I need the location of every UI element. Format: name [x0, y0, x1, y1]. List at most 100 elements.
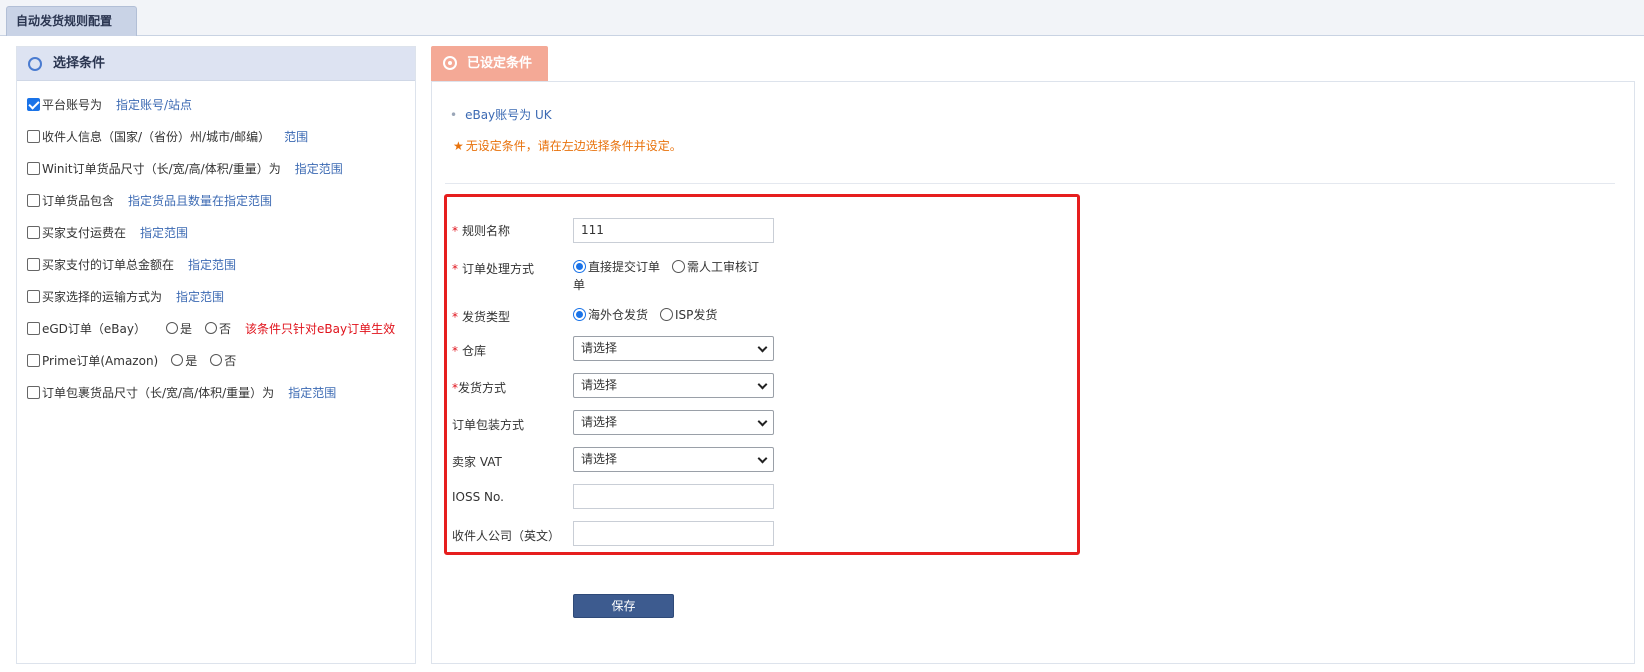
ship-method-select[interactable]: 请选择 — [573, 373, 774, 398]
yes-label: 是 — [180, 321, 193, 336]
package-method-select-value: 请选择 — [581, 415, 618, 429]
set-condition-text: eBay账号为 UK — [465, 108, 552, 122]
yes-radio[interactable] — [166, 322, 178, 334]
condition-label: 订单包裹货品尺寸（长/宽/高/体积/重量）为 — [42, 385, 275, 400]
yes-label: 是 — [185, 353, 198, 368]
order-process-radios: 直接提交订单 需人工审核订 — [573, 258, 759, 275]
recipient-company-input[interactable] — [573, 521, 774, 546]
ship-method-select-value: 请选择 — [581, 378, 618, 392]
required-mark: * — [452, 224, 458, 238]
required-mark: * — [452, 310, 458, 324]
required-mark: * — [452, 344, 458, 358]
condition-list: 平台账号为 指定账号/站点 收件人信息（国家/（省份）州/城市/邮编） 范围 W… — [27, 88, 413, 408]
set-conditions-tab[interactable]: 已设定条件 — [431, 46, 548, 81]
circle-icon — [28, 57, 42, 71]
page-tab[interactable]: 自动发货规则配置 — [6, 6, 137, 36]
radio-direct-submit-label: 直接提交订单 — [588, 260, 661, 274]
rule-name-label: * 规则名称 — [452, 222, 510, 239]
warehouse-label-text: 仓库 — [462, 344, 487, 358]
condition-item-order-total: 买家支付的订单总金额在 指定范围 — [27, 248, 413, 280]
condition-checkbox[interactable] — [27, 289, 40, 303]
no-label: 否 — [219, 321, 232, 336]
order-process-label: * 订单处理方式 — [452, 260, 534, 277]
divider — [445, 183, 1615, 184]
condition-checkbox[interactable] — [27, 129, 40, 143]
no-radio[interactable] — [210, 354, 223, 366]
condition-label: 买家选择的运输方式为 — [42, 289, 163, 304]
condition-link[interactable]: 指定货品且数量在指定范围 — [128, 192, 272, 209]
condition-link[interactable]: 范围 — [284, 128, 308, 145]
package-method-label: 订单包装方式 — [452, 418, 525, 432]
ship-type-label: * 发货类型 — [452, 308, 510, 325]
condition-panel-header: 选择条件 — [17, 47, 415, 81]
condition-label: Prime订单(Amazon) — [42, 353, 159, 368]
condition-link[interactable]: 指定范围 — [295, 160, 343, 177]
condition-item-ship-method: 买家选择的运输方式为 指定范围 — [27, 280, 413, 312]
egd-warning: 该条件只针对eBay订单生效 — [245, 321, 396, 336]
condition-checkbox[interactable] — [27, 321, 40, 335]
condition-checkbox[interactable] — [27, 385, 40, 399]
bullet-icon: • — [450, 108, 458, 122]
yes-radio[interactable] — [171, 354, 184, 366]
seller-vat-select-value: 请选择 — [581, 452, 618, 466]
star-icon: ★ — [453, 139, 464, 153]
condition-item-package-size: 订单包裹货品尺寸（长/宽/高/体积/重量）为 指定范围 — [27, 376, 413, 408]
warehouse-select[interactable]: 请选择 — [573, 336, 774, 361]
radio-manual-review-label: 需人工审核订 — [687, 260, 760, 274]
package-method-select[interactable]: 请选择 — [573, 410, 774, 435]
condition-checkbox[interactable] — [27, 193, 40, 207]
condition-link[interactable]: 指定范围 — [140, 224, 188, 241]
ioss-input[interactable] — [573, 484, 774, 509]
condition-item-prime: Prime订单(Amazon) 是 否 — [27, 344, 413, 376]
condition-label: eGD订单（eBay） — [42, 321, 146, 336]
condition-link[interactable]: 指定范围 — [176, 288, 224, 305]
condition-item-egd: eGD订单（eBay） 是 否 该条件只针对eBay订单生效 — [27, 312, 413, 344]
condition-label: 平台账号为 — [42, 97, 103, 112]
seller-vat-label: 卖家 VAT — [452, 455, 502, 469]
order-process-label-text: 订单处理方式 — [462, 262, 535, 276]
chevron-down-icon — [757, 453, 768, 464]
condition-panel-title: 选择条件 — [53, 56, 106, 71]
ship-method-label: *发货方式 — [452, 379, 506, 396]
seller-vat-select[interactable]: 请选择 — [573, 447, 774, 472]
top-tab-bar: 自动发货规则配置 — [0, 0, 1644, 36]
no-radio[interactable] — [205, 322, 218, 334]
target-icon — [443, 56, 457, 70]
chevron-down-icon — [757, 379, 768, 390]
condition-label: 订单货品包含 — [42, 193, 115, 208]
radio-isp[interactable] — [660, 308, 674, 321]
condition-checkbox[interactable] — [27, 353, 40, 367]
condition-item-winit-size: Winit订单货品尺寸（长/宽/高/体积/重量）为 指定范围 — [27, 152, 413, 184]
radio-manual-review-label-wrap: 单 — [573, 278, 586, 292]
chevron-down-icon — [757, 342, 768, 353]
notice-message: ★ 无设定条件，请在左边选择条件并设定。 — [453, 137, 682, 154]
radio-manual-review[interactable] — [672, 260, 686, 273]
chevron-down-icon — [757, 416, 768, 427]
warehouse-select-value: 请选择 — [581, 341, 618, 355]
condition-link[interactable]: 指定范围 — [288, 384, 336, 401]
condition-link[interactable]: 指定账号/站点 — [116, 96, 192, 113]
rule-name-input[interactable]: 111 — [573, 218, 774, 243]
condition-item-recipient: 收件人信息（国家/（省份）州/城市/邮编） 范围 — [27, 120, 413, 152]
set-condition-item: • eBay账号为 UK — [450, 106, 552, 123]
ioss-label: IOSS No. — [452, 490, 504, 504]
condition-checkbox[interactable] — [27, 161, 40, 175]
save-button[interactable]: 保存 — [573, 594, 674, 618]
condition-link[interactable]: 指定范围 — [188, 256, 236, 273]
ship-type-radios: 海外仓发货 ISP发货 — [573, 306, 717, 323]
condition-checkbox[interactable] — [27, 225, 40, 239]
condition-label: 买家支付的订单总金额在 — [42, 257, 175, 272]
radio-direct-submit[interactable] — [573, 260, 586, 273]
ship-type-label-text: 发货类型 — [462, 310, 511, 324]
rule-name-label-text: 规则名称 — [462, 224, 511, 238]
page: 自动发货规则配置 选择条件 平台账号为 指定账号/站点 收件人信息（国家/（省份… — [0, 0, 1644, 672]
radio-overseas-warehouse[interactable] — [573, 308, 586, 321]
condition-item-account: 平台账号为 指定账号/站点 — [27, 88, 413, 120]
condition-label: 收件人信息（国家/（省份）州/城市/邮编） — [42, 129, 271, 144]
condition-label: 买家支付运费在 — [42, 225, 127, 240]
condition-checkbox[interactable] — [27, 97, 40, 111]
notice-text: 无设定条件，请在左边选择条件并设定。 — [465, 139, 682, 153]
condition-item-shipping-fee: 买家支付运费在 指定范围 — [27, 216, 413, 248]
radio-isp-label: ISP发货 — [675, 308, 718, 322]
condition-checkbox[interactable] — [27, 257, 40, 271]
